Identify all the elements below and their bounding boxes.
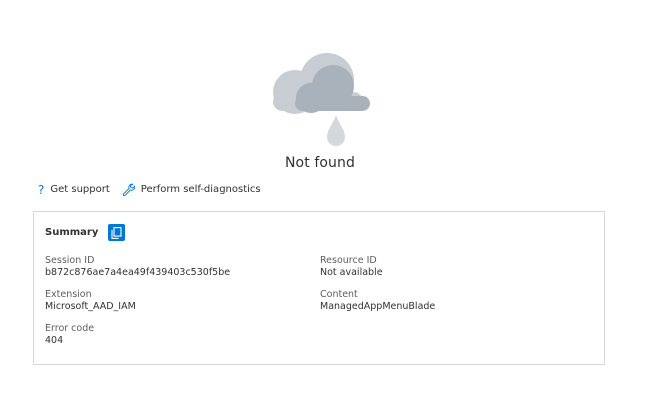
summary-title: Summary xyxy=(45,227,99,238)
wrench-icon xyxy=(122,183,135,196)
extension-field: Extension Microsoft_AAD_IAM xyxy=(45,289,136,313)
copy-icon xyxy=(111,226,122,239)
page-title: Not found xyxy=(284,155,355,171)
extension-label: Extension xyxy=(45,289,92,300)
help-links: ? Get support Perform self-diagnostics xyxy=(38,183,261,196)
resource-id-label: Resource ID xyxy=(320,255,377,266)
self-diagnostics-label: Perform self-diagnostics xyxy=(140,184,261,195)
self-diagnostics-link[interactable]: Perform self-diagnostics xyxy=(122,183,261,196)
summary-panel: Summary Session ID b872c876ae7a4ea49f439… xyxy=(33,211,605,365)
summary-header: Summary xyxy=(45,224,126,241)
error-code-field: Error code 404 xyxy=(45,323,94,347)
content-value: ManagedAppMenuBlade xyxy=(320,301,436,312)
resource-id-field: Resource ID Not available xyxy=(320,255,383,279)
session-id-label: Session ID xyxy=(45,255,95,266)
cloud-rain-icon xyxy=(273,53,370,146)
content-label: Content xyxy=(320,289,358,300)
get-support-label: Get support xyxy=(50,184,110,195)
error-code-value: 404 xyxy=(45,335,64,346)
get-support-link[interactable]: ? Get support xyxy=(38,184,110,196)
session-id-value: b872c876ae7a4ea49f439403c530f5be xyxy=(45,267,231,278)
extension-value: Microsoft_AAD_IAM xyxy=(45,301,136,312)
copy-button[interactable] xyxy=(108,224,126,241)
content-field: Content ManagedAppMenuBlade xyxy=(320,289,435,313)
session-id-field: Session ID b872c876ae7a4ea49f439403c530f… xyxy=(45,255,230,279)
error-code-label: Error code xyxy=(45,323,95,334)
not-found-page: Not found ? Get support Perform self-dia… xyxy=(0,0,645,395)
resource-id-value: Not available xyxy=(320,267,383,278)
question-icon: ? xyxy=(38,182,45,197)
